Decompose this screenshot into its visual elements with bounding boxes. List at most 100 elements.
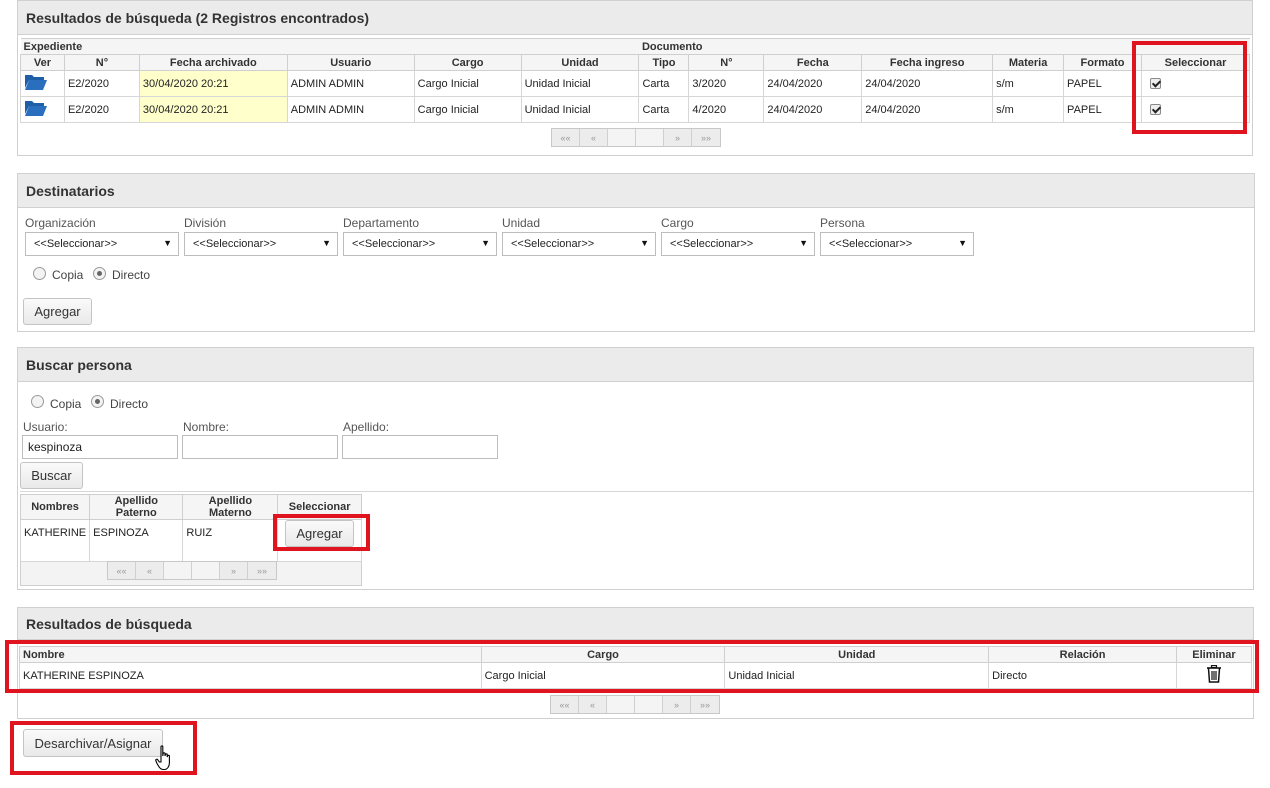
col-header[interactable]: Usuario	[286, 54, 415, 71]
cell: 4/2020	[688, 96, 765, 123]
cell: 3/2020	[688, 70, 765, 97]
col-header[interactable]: Formato	[1063, 54, 1142, 71]
dropdown-arrow-icon: ▼	[163, 238, 172, 248]
col-header[interactable]: Fecha archivado	[138, 54, 288, 71]
select-value: <<Seleccionar>>	[34, 238, 118, 250]
last-page-button[interactable]: »»	[691, 696, 719, 713]
division-select[interactable]: <<Seleccionar>> ▼	[184, 232, 338, 256]
directo-label: Directo	[112, 268, 151, 282]
page-total	[635, 696, 663, 713]
copia-radio[interactable]	[33, 267, 46, 280]
page-number	[607, 696, 635, 713]
col-header[interactable]: Apellido Materno	[182, 494, 279, 520]
pagination: «« « » »»	[550, 695, 720, 714]
results2-title-text: Resultados de búsqueda	[26, 615, 192, 632]
destinatarios-title: Destinatarios	[18, 174, 1254, 208]
table-row: E2/2020 30/04/2020 20:21 ADMIN ADMIN Car…	[20, 70, 1251, 97]
col-header[interactable]: Materia	[992, 54, 1065, 71]
prev-page-button[interactable]: «	[580, 129, 608, 146]
col-header[interactable]: Fecha ingreso	[861, 54, 994, 71]
dropdown-arrow-icon: ▼	[481, 238, 490, 248]
last-page-button[interactable]: »»	[692, 129, 720, 146]
page-number	[608, 129, 636, 146]
col-header[interactable]: N°	[688, 54, 765, 71]
next-page-button[interactable]: »	[663, 696, 691, 713]
copia-label: Copia	[50, 397, 82, 411]
page-number	[164, 562, 192, 579]
cell: Cargo Inicial	[413, 70, 522, 97]
prev-page-button[interactable]: «	[136, 562, 164, 579]
cell: Carta	[638, 70, 690, 97]
select-value: <<Seleccionar>>	[193, 238, 277, 250]
departamento-select[interactable]: <<Seleccionar>> ▼	[343, 232, 497, 256]
next-page-button[interactable]: »	[220, 562, 248, 579]
unidad-label: Unidad	[502, 216, 541, 230]
col-header[interactable]: Ver	[20, 54, 65, 71]
cell: RUIZ	[182, 519, 279, 562]
first-page-button[interactable]: ««	[108, 562, 136, 579]
division-label: División	[184, 216, 227, 230]
cell: Unidad Inicial	[520, 96, 640, 123]
directo-radio[interactable]	[91, 395, 104, 408]
col-header[interactable]: Fecha	[763, 54, 863, 71]
col-header[interactable]: Nombres	[19, 494, 91, 520]
folder-open-icon[interactable]	[24, 73, 48, 91]
cargo-select[interactable]: <<Seleccionar>> ▼	[661, 232, 815, 256]
dropdown-arrow-icon: ▼	[958, 238, 967, 248]
apellido-label: Apellido:	[343, 420, 390, 434]
dropdown-arrow-icon: ▼	[640, 238, 649, 248]
dropdown-arrow-icon: ▼	[799, 238, 808, 248]
select-value: <<Seleccionar>>	[511, 238, 595, 250]
cell: E2/2020	[63, 70, 140, 97]
cell: ADMIN ADMIN	[286, 70, 415, 97]
table-row: E2/2020 30/04/2020 20:21 ADMIN ADMIN Car…	[20, 96, 1251, 123]
cell: ESPINOZA	[89, 519, 184, 562]
col-header[interactable]: Tipo	[638, 54, 690, 71]
persona-select[interactable]: <<Seleccionar>> ▼	[820, 232, 974, 256]
results2-title: Resultados de búsqueda	[18, 608, 1253, 640]
unidad-select[interactable]: <<Seleccionar>> ▼	[502, 232, 656, 256]
view-cell	[20, 70, 65, 97]
col-header[interactable]: Unidad	[520, 54, 640, 71]
first-page-button[interactable]: ««	[551, 696, 579, 713]
cell: PAPEL	[1063, 96, 1142, 123]
usuario-label: Usuario:	[23, 420, 68, 434]
usuario-input[interactable]: kespinoza	[22, 435, 178, 459]
cell: 24/04/2020	[861, 70, 994, 97]
pagination: «« « » »»	[551, 128, 721, 147]
copia-radio[interactable]	[31, 395, 44, 408]
first-page-button[interactable]: ««	[552, 129, 580, 146]
cell: Carta	[638, 96, 690, 123]
next-page-button[interactable]: »	[664, 129, 692, 146]
directo-radio[interactable]	[93, 267, 106, 280]
results-panel-title: Resultados de búsqueda (2 Registros enco…	[18, 1, 1252, 35]
folder-open-icon[interactable]	[24, 99, 48, 117]
cargo-label: Cargo	[661, 216, 694, 230]
col-header[interactable]: Apellido Paterno	[89, 494, 184, 520]
cell: s/m	[992, 96, 1065, 123]
col-header[interactable]: N°	[63, 54, 140, 71]
cell: 24/04/2020	[763, 96, 863, 123]
select-value: <<Seleccionar>>	[829, 238, 913, 250]
buscar-title-text: Buscar persona	[26, 356, 132, 373]
select-value: <<Seleccionar>>	[670, 238, 754, 250]
apellido-input[interactable]	[342, 435, 498, 459]
highlight-action-button	[10, 721, 197, 775]
destinatarios-title-text: Destinatarios	[26, 182, 115, 199]
org-label: Organización	[25, 216, 96, 230]
organizacion-select[interactable]: <<Seleccionar>> ▼	[25, 232, 179, 256]
results-title: Resultados de búsqueda (2 Registros enco…	[26, 9, 370, 26]
cell: 24/04/2020	[763, 70, 863, 97]
prev-page-button[interactable]: «	[579, 696, 607, 713]
highlight-select-column	[1132, 41, 1247, 134]
col-header[interactable]: Cargo	[413, 54, 522, 71]
highlight-agregar	[273, 514, 370, 551]
buscar-button[interactable]: Buscar	[20, 462, 83, 489]
highlight-results-row	[5, 640, 1259, 693]
agregar-destinatario-button[interactable]: Agregar	[23, 298, 92, 325]
last-page-button[interactable]: »»	[248, 562, 276, 579]
nombre-input[interactable]	[182, 435, 338, 459]
cell: 30/04/2020 20:21	[138, 70, 288, 97]
results-panel: Resultados de búsqueda (2 Registros enco…	[17, 0, 1253, 156]
departamento-label: Departamento	[343, 216, 420, 230]
